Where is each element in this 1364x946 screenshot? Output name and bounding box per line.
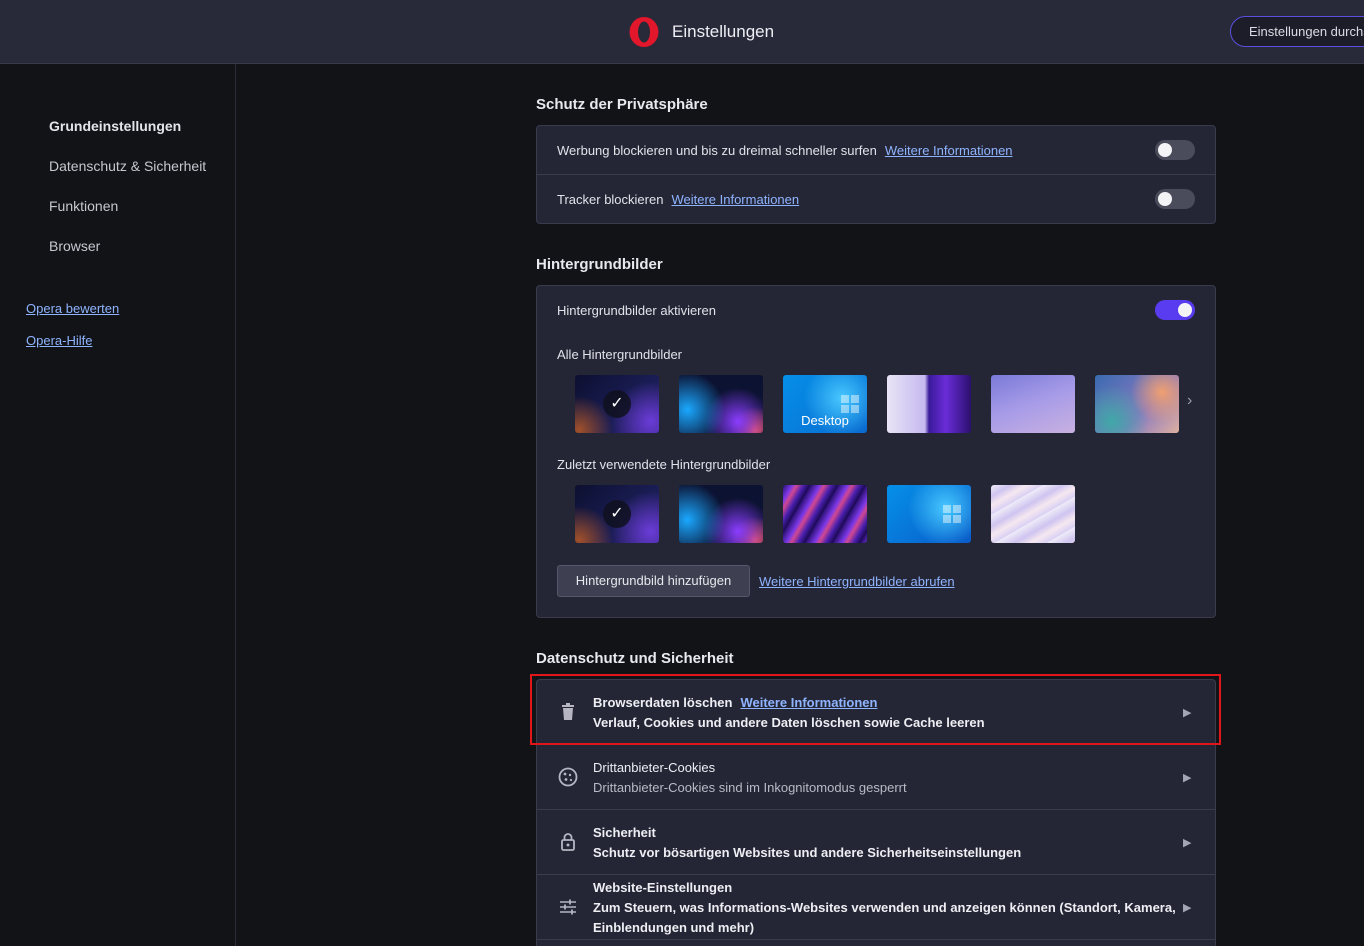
cookie-icon (558, 767, 578, 787)
block-ads-row: Werbung blockieren und bis zu dreimal sc… (537, 126, 1215, 175)
highlight-box (530, 674, 1221, 745)
sidebar-item-browser[interactable]: Browser (49, 238, 100, 254)
wallpapers-card: Hintergrundbilder aktivieren Alle Hinter… (536, 285, 1216, 618)
sliders-icon (560, 899, 576, 915)
recent-wallpaper-thumb-pastel-wave[interactable] (991, 485, 1075, 543)
recent-wallpaper-thumb-blue-purple[interactable] (679, 485, 763, 543)
website-settings-subtitle-line2: Einblendungen und mehr) (593, 920, 755, 935)
all-wallpapers-label: Alle Hintergrundbilder (557, 347, 683, 362)
recent-wallpaper-thumb-dark-blue[interactable]: ✓ (575, 485, 659, 543)
top-bar: Einstellungen Einstellungen durchsuchen (0, 0, 1364, 64)
privacy-protection-title: Schutz der Privatsphäre (536, 96, 708, 113)
toggle-knob (1158, 192, 1172, 206)
windows-logo-icon (841, 395, 859, 413)
rate-opera-link[interactable]: Opera bewerten (26, 301, 119, 316)
third-party-cookies-row[interactable]: Drittanbieter-Cookies Drittanbieter-Cook… (537, 745, 1215, 810)
third-party-cookies-subtitle: Drittanbieter-Cookies sind im Inkognitom… (593, 780, 907, 795)
selected-check-icon: ✓ (603, 390, 631, 418)
enable-wallpapers-toggle[interactable] (1155, 300, 1195, 320)
chevron-right-icon: ▶ (1183, 837, 1192, 849)
settings-search-input[interactable]: Einstellungen durchsuchen (1230, 16, 1364, 47)
sidebar-item-datenschutz[interactable]: Datenschutz & Sicherheit (49, 158, 206, 174)
security-title: Sicherheit (593, 825, 656, 840)
more-wallpapers-link[interactable]: Weitere Hintergrundbilder abrufen (759, 574, 955, 589)
add-wallpaper-button[interactable]: Hintergrundbild hinzufügen (557, 565, 750, 597)
block-ads-label: Werbung blockieren und bis zu dreimal sc… (557, 143, 877, 158)
wallpaper-thumb-desktop[interactable]: Desktop (783, 375, 867, 433)
security-subtitle: Schutz vor bösartigen Websites und ander… (593, 845, 1022, 860)
wallpaper-thumb-purple-swirl[interactable] (887, 375, 971, 433)
wallpaper-thumb-dark-blue[interactable]: ✓ (575, 375, 659, 433)
chevron-right-icon: ▶ (1183, 902, 1192, 914)
sidebar-item-funktionen[interactable]: Funktionen (49, 198, 118, 214)
third-party-cookies-title: Drittanbieter-Cookies (593, 760, 716, 775)
enable-wallpapers-label: Hintergrundbilder aktivieren (557, 303, 716, 318)
chevron-right-icon: ▶ (1183, 772, 1192, 784)
wallpaper-thumb-blue-purple[interactable] (679, 375, 763, 433)
security-row[interactable]: Sicherheit Schutz vor bösartigen Website… (537, 810, 1215, 875)
block-ads-toggle[interactable] (1155, 140, 1195, 160)
selected-check-icon: ✓ (603, 500, 631, 528)
chevron-right-icon[interactable]: › (1187, 392, 1192, 410)
lock-icon (561, 833, 575, 851)
sidebar: Grundeinstellungen Datenschutz & Sicherh… (0, 64, 236, 946)
toggle-knob (1158, 143, 1172, 157)
recent-wallpaper-thumb-purple-swirl[interactable] (783, 485, 867, 543)
desktop-label: Desktop (801, 413, 849, 428)
recent-wallpaper-thumb-windows-blue[interactable] (887, 485, 971, 543)
website-settings-subtitle-line1: Zum Steuern, was Informations-Websites v… (593, 900, 1176, 915)
privacy-protection-card: Werbung blockieren und bis zu dreimal sc… (536, 125, 1216, 224)
block-trackers-toggle[interactable] (1155, 189, 1195, 209)
website-settings-title: Website-Einstellungen (593, 880, 733, 895)
block-trackers-row: Tracker blockieren Weitere Informationen (537, 175, 1215, 224)
recent-wallpapers-label: Zuletzt verwendete Hintergrundbilder (557, 457, 771, 472)
block-trackers-label: Tracker blockieren (557, 192, 664, 207)
header-title-group: Einstellungen (628, 16, 774, 48)
toggle-knob (1178, 303, 1192, 317)
privacy-security-title: Datenschutz und Sicherheit (536, 650, 734, 667)
wallpaper-thumb-lavender[interactable] (991, 375, 1075, 433)
block-ads-info-link[interactable]: Weitere Informationen (885, 143, 1013, 158)
page-title: Einstellungen (672, 22, 775, 41)
block-trackers-info-link[interactable]: Weitere Informationen (671, 192, 799, 207)
opera-logo-icon (629, 17, 659, 47)
opera-help-link[interactable]: Opera-Hilfe (26, 333, 92, 348)
website-settings-row[interactable]: Website-Einstellungen Zum Steuern, was I… (537, 875, 1215, 940)
windows-logo-icon (943, 505, 961, 523)
sidebar-item-grundeinstellungen[interactable]: Grundeinstellungen (49, 118, 181, 134)
wallpaper-thumb-teal-orange[interactable] (1095, 375, 1179, 433)
wallpapers-title: Hintergrundbilder (536, 256, 663, 273)
